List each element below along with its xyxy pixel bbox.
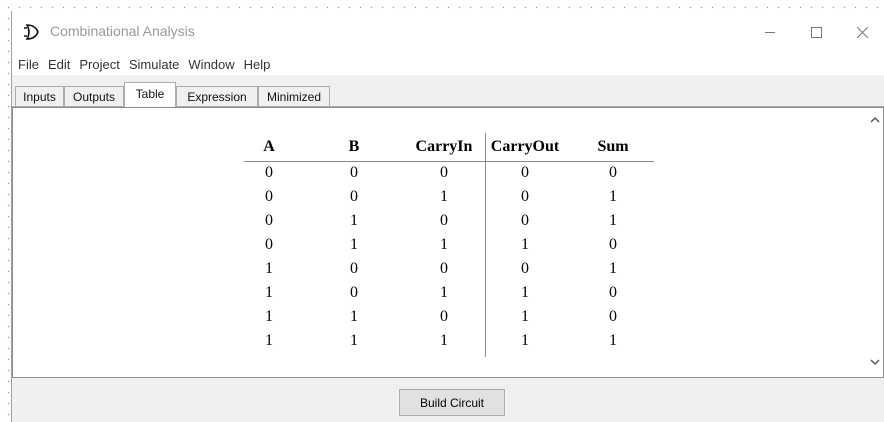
header-b: B (348, 138, 360, 155)
table-cell: 1 (350, 236, 358, 253)
table-cell[interactable]: 1 (495, 308, 555, 328)
minimize-icon (765, 32, 775, 33)
close-button[interactable] (839, 11, 884, 53)
tab-outputs[interactable]: Outputs (64, 86, 124, 106)
tab-table[interactable]: Table (124, 82, 176, 107)
table-cell[interactable]: 0 (583, 236, 643, 256)
header-carryout: CarryOut (490, 138, 560, 155)
table-cell[interactable]: 0 (495, 164, 555, 184)
header-divider (244, 161, 654, 162)
table-cell: 0 (265, 212, 273, 229)
table-cell[interactable]: 1 (583, 260, 643, 280)
table-cell[interactable]: 0 (583, 164, 643, 184)
menu-project[interactable]: Project (76, 57, 122, 72)
table-cell[interactable]: 1 (495, 332, 555, 352)
menu-window[interactable]: Window (185, 57, 237, 72)
truth-table-panel[interactable]: A B CarryIn CarryOut Sum 0 0 0 0 0 0 0 1 0 1 0 1 0 0 1… (12, 107, 884, 378)
table-cell[interactable]: 0 (583, 308, 643, 328)
tab-minimized[interactable]: Minimized (258, 86, 330, 106)
tab-expression[interactable]: Expression (176, 86, 258, 106)
table-cell: 1 (440, 284, 448, 301)
table-cell: 0 (265, 236, 273, 253)
table-cell: 1 (350, 308, 358, 325)
table-cell: 0 (350, 260, 358, 277)
table-cell: 1 (440, 188, 448, 205)
table-cell: 0 (440, 260, 448, 277)
table-cell[interactable]: 1 (495, 284, 555, 304)
table-cell: 1 (265, 332, 273, 349)
input-output-divider (485, 133, 486, 357)
table-cell[interactable]: 1 (583, 188, 643, 208)
menu-bar: File Edit Project Simulate Window Help (12, 53, 884, 75)
chevron-down-icon[interactable] (869, 356, 881, 368)
table-cell: 1 (440, 332, 448, 349)
header-sum: Sum (597, 138, 629, 155)
table-cell: 0 (265, 164, 273, 181)
table-cell: 1 (350, 332, 358, 349)
maximize-button[interactable] (793, 11, 839, 53)
table-cell: 1 (440, 236, 448, 253)
table-cell[interactable]: 1 (583, 332, 643, 352)
table-cell[interactable]: 1 (583, 212, 643, 232)
table-cell: 1 (350, 212, 358, 229)
table-cell: 0 (350, 188, 358, 205)
header-a: A (263, 138, 275, 155)
menu-file[interactable]: File (15, 57, 42, 72)
table-cell: 1 (265, 284, 273, 301)
table-cell[interactable]: 0 (495, 212, 555, 232)
tab-strip: Inputs Outputs Table Expression Minimize… (12, 81, 884, 107)
table-cell: 0 (350, 284, 358, 301)
menu-help[interactable]: Help (241, 57, 274, 72)
combinational-analysis-window: Combinational Analysis File Edit Project… (11, 11, 884, 422)
table-cell: 0 (350, 164, 358, 181)
chevron-up-icon[interactable] (869, 114, 881, 126)
maximize-icon (810, 26, 822, 38)
menu-edit[interactable]: Edit (45, 57, 73, 72)
build-circuit-button[interactable]: Build Circuit (399, 389, 505, 416)
title-bar: Combinational Analysis (12, 11, 884, 53)
table-cell: 0 (440, 308, 448, 325)
window-title: Combinational Analysis (50, 23, 195, 39)
minimize-button[interactable] (747, 11, 793, 53)
table-cell[interactable]: 0 (495, 188, 555, 208)
table-cell: 1 (265, 260, 273, 277)
table-cell[interactable]: 1 (495, 236, 555, 256)
table-cell[interactable]: 0 (583, 284, 643, 304)
table-cell: 0 (440, 164, 448, 181)
table-cell[interactable]: 0 (495, 260, 555, 280)
table-cell: 0 (440, 212, 448, 229)
table-cell: 0 (265, 188, 273, 205)
header-carryin: CarryIn (415, 138, 473, 155)
logic-gate-icon (24, 24, 39, 40)
menu-simulate[interactable]: Simulate (126, 57, 183, 72)
table-cell: 1 (265, 308, 273, 325)
close-icon (856, 26, 868, 38)
tab-inputs[interactable]: Inputs (15, 86, 64, 106)
